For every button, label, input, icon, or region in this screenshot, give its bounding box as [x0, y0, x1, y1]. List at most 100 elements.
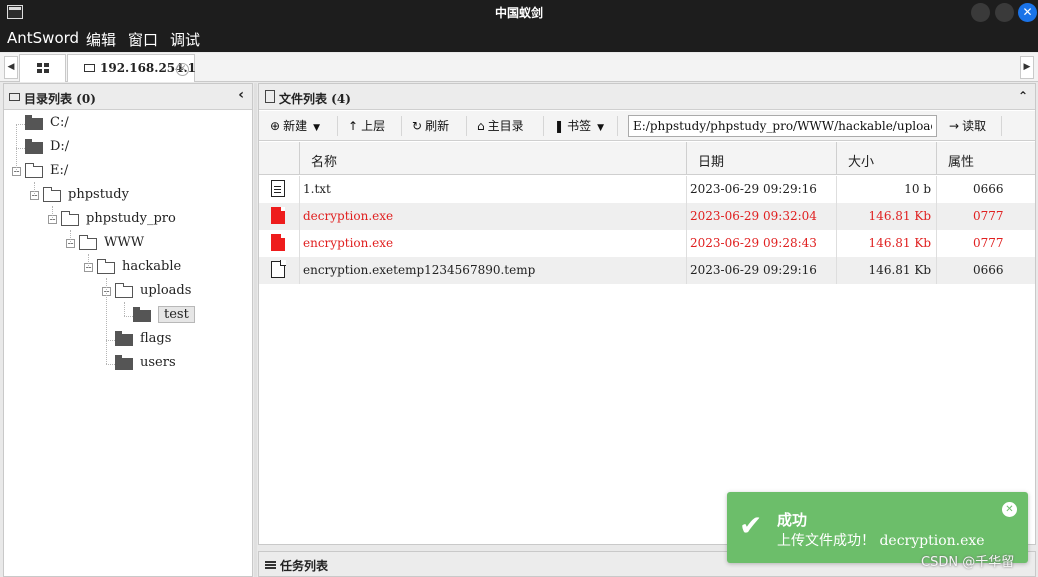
file-permission: 0777: [973, 209, 1004, 223]
collapse-up-icon[interactable]: ⌃: [1018, 89, 1028, 103]
tree-node[interactable]: D:/: [12, 138, 234, 158]
folder-icon: [25, 139, 43, 154]
tree-node[interactable]: − uploads: [102, 282, 234, 302]
folder-icon: [115, 331, 133, 346]
file-permission: 0777: [973, 236, 1004, 250]
tree-node[interactable]: flags: [102, 330, 234, 350]
menu-item-antsword[interactable]: AntSword: [7, 29, 79, 47]
tree-node[interactable]: − phpstudy: [30, 186, 234, 206]
column-header-size[interactable]: 大小: [836, 142, 936, 175]
file-row[interactable]: encryption.exetemp1234567890.temp 2023-06…: [259, 257, 1035, 284]
tab-connection[interactable]: 192.168.254.1 ✕: [67, 54, 196, 82]
file-toolbar: ⊕新建▼ ↑上层 ↻刷新 ⌂主目录 ❚书签▼ →读取: [259, 111, 1035, 141]
home-directory-button[interactable]: ⌂ 主目录: [477, 117, 524, 134]
directory-pane-title: 目录列表 (0): [24, 92, 96, 106]
folder-open-icon: [61, 211, 79, 226]
menu-item-edit[interactable]: 编辑: [86, 29, 116, 50]
menu-item-debug[interactable]: 调试: [170, 29, 200, 50]
tree-node[interactable]: users: [102, 354, 234, 374]
folder-icon: [115, 355, 133, 370]
refresh-button[interactable]: ↻ 刷新: [412, 117, 449, 134]
toast-close-icon[interactable]: ✕: [1002, 502, 1017, 517]
tree-node[interactable]: − E:/: [12, 162, 234, 182]
path-input[interactable]: [628, 115, 937, 137]
window-titlebar: 中国蚁剑 ✕: [0, 0, 1038, 26]
arrow-up-icon: ↑: [348, 119, 359, 133]
list-icon: [265, 561, 276, 569]
plus-circle-icon: ⊕: [270, 119, 281, 133]
tree-node-label: flags: [140, 331, 172, 346]
refresh-icon: ↻: [412, 119, 423, 133]
tree-node[interactable]: − phpstudy_pro: [48, 210, 234, 230]
file-icon: [265, 90, 275, 103]
menu-item-window[interactable]: 窗口: [128, 29, 158, 50]
tree-node-label: E:/: [50, 163, 69, 178]
folder-open-icon: [115, 283, 133, 298]
checkmark-icon: ✔: [739, 509, 763, 542]
text-file-icon: [271, 180, 285, 197]
file-pane: 文件列表 (4) ⌃ ⊕新建▼ ↑上层 ↻刷新 ⌂主目录 ❚书签▼ →读取 名称…: [258, 83, 1036, 545]
tree-node-label: phpstudy: [68, 187, 129, 202]
tree-node[interactable]: C:/: [12, 114, 234, 134]
task-pane-title: 任务列表: [280, 559, 329, 573]
column-header-perm[interactable]: 属性: [936, 142, 1035, 175]
read-button[interactable]: → 读取: [949, 117, 986, 134]
tree-node-label: WWW: [104, 235, 145, 250]
tab-strip: ◀ 192.168.254.1 ✕ ▶: [0, 53, 1038, 82]
bookmark-button[interactable]: ❚ 书签 ▼: [554, 117, 604, 134]
file-date: 2023-06-29 09:28:43: [690, 236, 817, 250]
file-row[interactable]: 1.txt 2023-06-29 09:29:16 10 b 0666: [259, 176, 1035, 203]
file-name: decryption.exe: [303, 209, 394, 223]
window-title: 中国蚁剑: [494, 6, 543, 20]
tree-node-label: test: [158, 306, 195, 323]
column-header-name[interactable]: 名称: [299, 142, 686, 175]
close-window-button[interactable]: ✕: [1018, 3, 1037, 22]
file-row[interactable]: encryption.exe 2023-06-29 09:28:43 146.81 …: [259, 230, 1035, 257]
file-pane-title: 文件列表 (4): [279, 92, 351, 106]
collapse-pane-icon[interactable]: ‹: [238, 87, 244, 103]
folder-open-icon: [25, 163, 43, 178]
folder-icon: [84, 64, 95, 72]
tree-node-label: users: [140, 355, 176, 370]
tree-node[interactable]: − WWW: [66, 234, 234, 254]
folder-open-icon: [79, 235, 97, 250]
tree-node[interactable]: − hackable: [84, 258, 234, 278]
maximize-button[interactable]: [995, 3, 1014, 22]
folder-open-icon: [97, 259, 115, 274]
file-date: 2023-06-29 09:32:04: [690, 209, 817, 223]
file-size: 10 b: [904, 182, 931, 196]
file-permission: 0666: [973, 182, 1004, 196]
tab-scroll-left-button[interactable]: ◀: [4, 56, 18, 79]
tab-scroll-right-button[interactable]: ▶: [1020, 56, 1034, 79]
bookmark-icon: ❚: [554, 119, 565, 133]
file-pane-header: 文件列表 (4) ⌃: [259, 84, 1035, 110]
chevron-down-icon: ▼: [597, 123, 604, 133]
toast-message: 上传文件成功！ decryption.exe: [777, 533, 985, 549]
pane-splitter[interactable]: [254, 83, 257, 577]
file-size: 146.81 Kb: [868, 263, 931, 277]
home-icon: ⌂: [477, 119, 485, 133]
exe-file-icon: [271, 207, 285, 224]
close-tab-icon[interactable]: ✕: [176, 63, 189, 76]
file-row[interactable]: decryption.exe 2023-06-29 09:32:04 146.81 …: [259, 203, 1035, 230]
column-header-date[interactable]: 日期: [686, 142, 836, 175]
file-name: encryption.exetemp1234567890.temp: [303, 263, 536, 277]
folder-open-icon: [43, 187, 61, 202]
tab-home[interactable]: [19, 54, 66, 82]
exe-file-icon: [271, 234, 285, 251]
arrow-right-icon: →: [949, 119, 960, 133]
folder-icon: [9, 93, 20, 101]
blank-file-icon: [271, 260, 286, 278]
directory-pane: 目录列表 (0) ‹ C:/ D:/ − E:/ − phpstudy − phpstudy_…: [3, 83, 253, 577]
file-size: 146.81 Kb: [868, 209, 931, 223]
tree-node[interactable]: test: [120, 306, 234, 326]
file-date: 2023-06-29 09:29:16: [690, 263, 817, 277]
minimize-button[interactable]: [971, 3, 990, 22]
tree-node-label: phpstudy_pro: [86, 211, 176, 226]
menu-bar: AntSword 编辑 窗口 调试: [0, 26, 1038, 52]
folder-icon: [25, 115, 43, 130]
file-table-header: 名称 日期 大小 属性: [259, 142, 1035, 175]
up-level-button[interactable]: ↑ 上层: [348, 117, 385, 134]
new-button[interactable]: ⊕ 新建 ▼: [270, 117, 320, 134]
tree-node-label: uploads: [140, 283, 192, 298]
